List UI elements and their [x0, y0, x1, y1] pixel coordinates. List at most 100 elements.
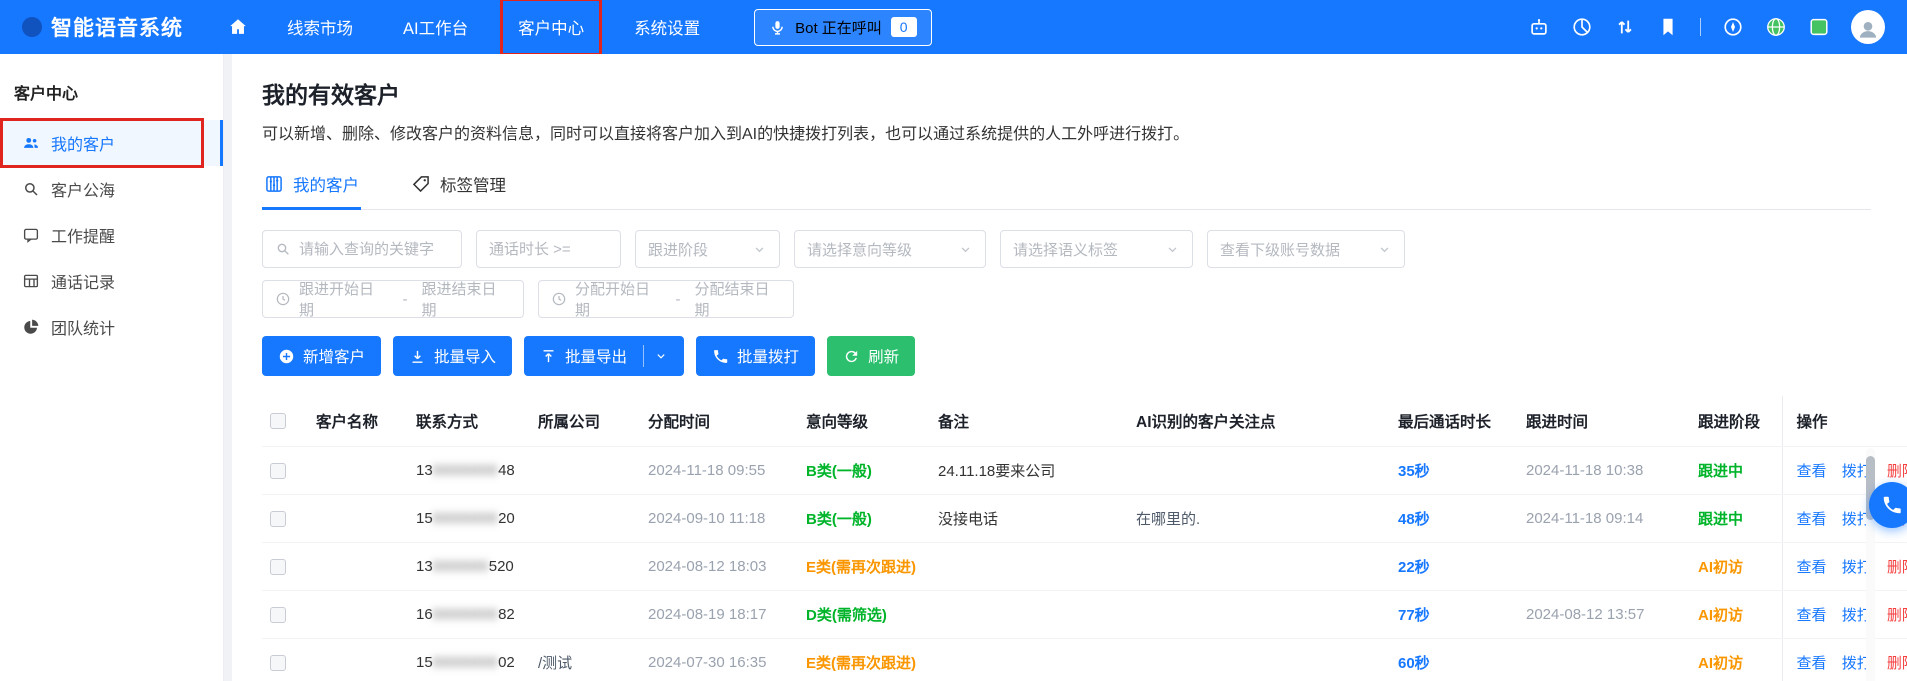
cell-phone: 13888888520 — [408, 543, 530, 591]
batch-export-button[interactable]: 批量导出 — [524, 336, 684, 376]
call-duration-input[interactable] — [489, 241, 608, 258]
cell-company — [530, 495, 640, 543]
cell-last-call-duration[interactable]: 22秒 — [1390, 543, 1518, 591]
view-link[interactable]: 查看 — [1797, 511, 1827, 528]
intent-level-select[interactable]: 请选择意向等级 — [794, 230, 986, 268]
search-icon — [22, 180, 40, 198]
batch-dial-label: 批量拨打 — [737, 345, 799, 367]
pie-chart-icon[interactable] — [1571, 16, 1593, 38]
nav-item-system-settings[interactable]: 系统设置 — [632, 0, 702, 54]
chevron-down-icon — [1165, 242, 1180, 257]
table-row: 15888888802 /测试 2024-07-30 16:35 E类(需再次跟… — [262, 639, 1907, 681]
pie-stats-icon — [22, 318, 40, 336]
cell-ai-focus — [1128, 543, 1390, 591]
cell-last-call-duration[interactable]: 48秒 — [1390, 495, 1518, 543]
floating-dial-button[interactable] — [1869, 482, 1907, 528]
row-checkbox[interactable] — [270, 559, 286, 575]
cell-customer-name — [308, 639, 408, 681]
cell-follow-stage: 跟进中 — [1690, 495, 1782, 543]
bot-calling-button[interactable]: Bot 正在呼叫 0 — [754, 9, 931, 46]
follow-stage-select[interactable]: 跟进阶段 — [635, 230, 780, 268]
logo-badge-icon — [22, 17, 42, 37]
cell-ai-focus — [1128, 591, 1390, 639]
sidebar-item-my-customers[interactable]: 我的客户 — [0, 120, 223, 166]
sidebar-item-customer-pool[interactable]: 客户公海 — [0, 166, 223, 212]
export-dropdown-chevron-icon[interactable] — [654, 349, 668, 363]
app-title: 智能语音系统 — [51, 12, 183, 42]
delete-link[interactable]: 删除 — [1887, 559, 1907, 576]
cell-last-call-duration[interactable]: 60秒 — [1390, 639, 1518, 681]
compass-icon[interactable] — [1722, 16, 1744, 38]
add-customer-button[interactable]: 新增客户 — [262, 336, 381, 376]
tab-tag-management[interactable]: 标签管理 — [409, 164, 508, 210]
nav-item-ai-workbench[interactable]: AI工作台 — [401, 0, 470, 54]
cell-actions: 查看 拨打 删除 — [1782, 543, 1907, 591]
sidebar-item-label: 客户公海 — [51, 177, 115, 201]
batch-import-button[interactable]: 批量导入 — [393, 336, 512, 376]
screen-share-icon[interactable] — [1808, 16, 1830, 38]
tab-my-customers[interactable]: 我的客户 — [262, 164, 361, 210]
view-link[interactable]: 查看 — [1797, 559, 1827, 576]
cell-actions: 查看 拨打 删除 — [1782, 639, 1907, 681]
cell-assign-time: 2024-11-18 09:55 — [640, 447, 798, 495]
chevron-down-icon — [1377, 242, 1392, 257]
blurred-phone-digits: 8888888 — [433, 654, 498, 671]
semantic-tag-select[interactable]: 请选择语义标签 — [1000, 230, 1193, 268]
sidebar-item-call-records[interactable]: 通话记录 — [0, 258, 223, 304]
app-logo[interactable]: 智能语音系统 — [22, 12, 217, 42]
cell-assign-time: 2024-09-10 11:18 — [640, 495, 798, 543]
cell-customer-name — [308, 543, 408, 591]
cell-ai-focus — [1128, 639, 1390, 681]
bookmark-icon[interactable] — [1657, 16, 1679, 38]
sidebar-item-work-reminder[interactable]: 工作提醒 — [0, 212, 223, 258]
sidebar-item-team-stats[interactable]: 团队统计 — [0, 304, 223, 350]
keyword-search-field[interactable] — [262, 230, 462, 268]
globe-icon[interactable] — [1765, 16, 1787, 38]
view-link[interactable]: 查看 — [1797, 607, 1827, 624]
blurred-phone-digits: 8888888 — [433, 462, 498, 479]
robot-icon[interactable] — [1528, 16, 1550, 38]
sub-account-select[interactable]: 查看下级账号数据 — [1207, 230, 1405, 268]
delete-link[interactable]: 删除 — [1887, 655, 1907, 672]
bot-calling-label: Bot 正在呼叫 — [795, 17, 882, 38]
refresh-button[interactable]: 刷新 — [827, 336, 915, 376]
abacus-icon — [264, 174, 284, 194]
view-link[interactable]: 查看 — [1797, 655, 1827, 672]
follow-start-placeholder: 跟进开始日期 — [299, 278, 389, 320]
page-description: 可以新增、删除、修改客户的资料信息，同时可以直接将客户加入到AI的快捷拨打列表，… — [262, 120, 1871, 144]
cell-company — [530, 543, 640, 591]
keyword-search-input[interactable] — [299, 241, 449, 258]
blurred-phone-digits: 8888888 — [433, 606, 498, 623]
cell-last-call-duration[interactable]: 77秒 — [1390, 591, 1518, 639]
nav-item-customer-center[interactable]: 客户中心 — [516, 0, 586, 54]
home-icon[interactable] — [227, 16, 249, 38]
customer-table-region: 客户名称 联系方式 所属公司 分配时间 意向等级 备注 AI识别的客户关注点 最… — [262, 396, 1871, 681]
user-avatar[interactable] — [1851, 10, 1885, 44]
table-scrollbar[interactable] — [1866, 448, 1875, 681]
row-checkbox[interactable] — [270, 655, 286, 671]
assign-date-range-picker[interactable]: 分配开始日期 - 分配结束日期 — [538, 280, 794, 318]
sidebar: 客户中心 我的客户 客户公海 工作提醒 通话记录 团队统计 — [0, 54, 224, 681]
delete-link[interactable]: 删除 — [1887, 463, 1907, 480]
cell-remark: 没接电话 — [930, 495, 1128, 543]
row-checkbox[interactable] — [270, 511, 286, 527]
row-checkbox[interactable] — [270, 607, 286, 623]
transfer-arrows-icon[interactable] — [1614, 16, 1636, 38]
select-all-checkbox[interactable] — [270, 413, 286, 429]
cell-last-call-duration[interactable]: 35秒 — [1390, 447, 1518, 495]
batch-dial-button[interactable]: 批量拨打 — [696, 336, 815, 376]
call-duration-field[interactable] — [476, 230, 621, 268]
blurred-phone-digits: 8888888 — [433, 510, 498, 527]
delete-link[interactable]: 删除 — [1887, 607, 1907, 624]
sidebar-item-label: 团队统计 — [51, 315, 115, 339]
nav-item-clue-market[interactable]: 线索市场 — [285, 0, 355, 54]
cell-follow-stage: AI初访 — [1690, 639, 1782, 681]
select-all-cell — [262, 396, 308, 447]
sidebar-item-label: 我的客户 — [51, 131, 115, 155]
row-checkbox[interactable] — [270, 463, 286, 479]
cell-phone: 15888888802 — [408, 639, 530, 681]
view-link[interactable]: 查看 — [1797, 463, 1827, 480]
cell-intent-level: B类(一般) — [798, 447, 930, 495]
follow-date-range-picker[interactable]: 跟进开始日期 - 跟进结束日期 — [262, 280, 524, 318]
top-navbar: 智能语音系统 线索市场 AI工作台 客户中心 系统设置 Bot 正在呼叫 0 — [0, 0, 1907, 54]
